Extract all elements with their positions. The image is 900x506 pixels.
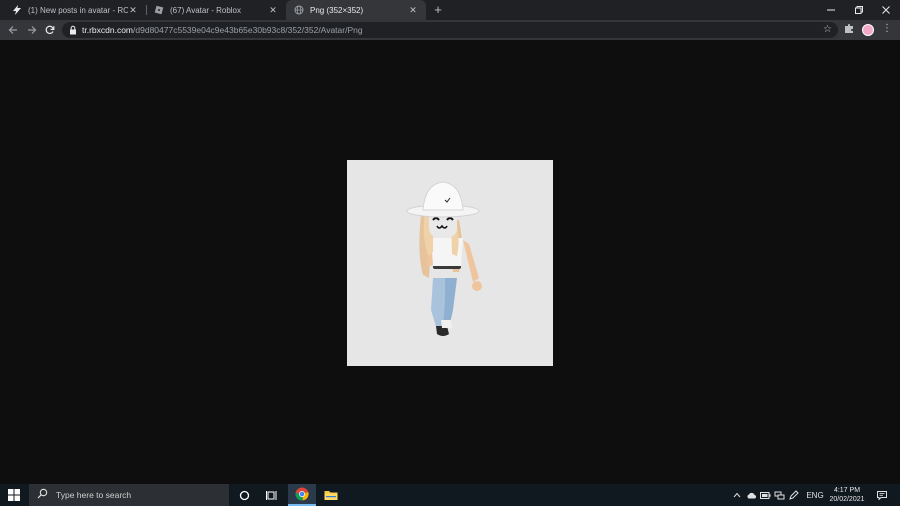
chevron-up-icon[interactable]: [730, 484, 744, 506]
bookmark-star-icon[interactable]: ☆: [823, 24, 832, 35]
onedrive-cloud-icon[interactable]: [744, 484, 758, 506]
folder-icon: [324, 491, 338, 500]
tab-strip: (1) New posts in avatar - ROBLOX ✕ (67) …: [0, 0, 900, 20]
task-view-icon: [266, 490, 277, 500]
forward-button[interactable]: [25, 23, 39, 37]
clock-time: 4:17 PM: [833, 487, 861, 494]
extensions-puzzle-icon[interactable]: [844, 23, 856, 37]
lightning-icon: [12, 5, 22, 15]
restore-button[interactable]: [844, 0, 874, 20]
tab-new-posts[interactable]: (1) New posts in avatar - ROBLOX ✕: [4, 0, 146, 20]
browser-toolbar: tr.rbxcdn.com /d9d80477c5539e04c9e43b65e…: [0, 20, 900, 40]
close-icon[interactable]: ✕: [268, 5, 278, 15]
tab-avatar-roblox[interactable]: (67) Avatar - Roblox ✕: [146, 0, 286, 20]
chrome-icon: [295, 487, 309, 501]
avatar-image: [347, 160, 553, 366]
start-button[interactable]: [0, 484, 28, 506]
roblox-icon: [154, 5, 164, 15]
tab-png-image[interactable]: Png (352×352) ✕: [286, 0, 426, 20]
globe-icon: [294, 5, 304, 15]
task-view-button[interactable]: [258, 484, 286, 506]
tab-title: (1) New posts in avatar - ROBLOX: [28, 5, 128, 15]
url-path: /d9d80477c5539e04c9e43b65e30b93c8/352/35…: [133, 25, 363, 35]
tab-title: (67) Avatar - Roblox: [170, 5, 241, 15]
file-explorer-button[interactable]: [317, 484, 345, 506]
search-icon: [37, 486, 48, 504]
lock-icon[interactable]: [68, 25, 78, 35]
clock-date: 20/02/2021: [829, 496, 865, 503]
search-placeholder: Type here to search: [56, 490, 132, 500]
notification-icon[interactable]: [874, 484, 890, 506]
battery-icon[interactable]: [758, 484, 772, 506]
address-bar[interactable]: tr.rbxcdn.com /d9d80477c5539e04c9e43b65e…: [62, 22, 838, 38]
cortana-button[interactable]: [230, 484, 258, 506]
chrome-taskbar-button[interactable]: [288, 484, 316, 506]
close-icon[interactable]: ✕: [128, 5, 138, 15]
more-menu-icon[interactable]: ⋮: [882, 23, 892, 37]
network-icon[interactable]: [772, 484, 786, 506]
pen-workspace-icon[interactable]: [787, 484, 801, 506]
system-clock[interactable]: 4:17 PM 20/02/2021: [824, 486, 870, 504]
minimize-button[interactable]: [816, 0, 846, 20]
browser-window: (1) New posts in avatar - ROBLOX ✕ (67) …: [0, 0, 900, 484]
url-host: tr.rbxcdn.com: [82, 25, 134, 35]
taskbar-search-box[interactable]: Type here to search: [29, 484, 229, 506]
windows-logo-icon: [8, 489, 20, 501]
close-icon[interactable]: ✕: [408, 5, 418, 15]
reload-button[interactable]: [43, 23, 57, 37]
close-window-button[interactable]: [871, 0, 900, 20]
profile-avatar[interactable]: [862, 24, 874, 36]
back-button[interactable]: [6, 23, 20, 37]
cortana-circle-icon: [239, 490, 249, 500]
new-tab-button[interactable]: +: [431, 3, 445, 17]
language-indicator[interactable]: ENG: [804, 484, 826, 506]
tab-title: Png (352×352): [310, 5, 364, 15]
windows-taskbar: Type here to search ENG 4:17 PM 20/02/20…: [0, 484, 900, 506]
